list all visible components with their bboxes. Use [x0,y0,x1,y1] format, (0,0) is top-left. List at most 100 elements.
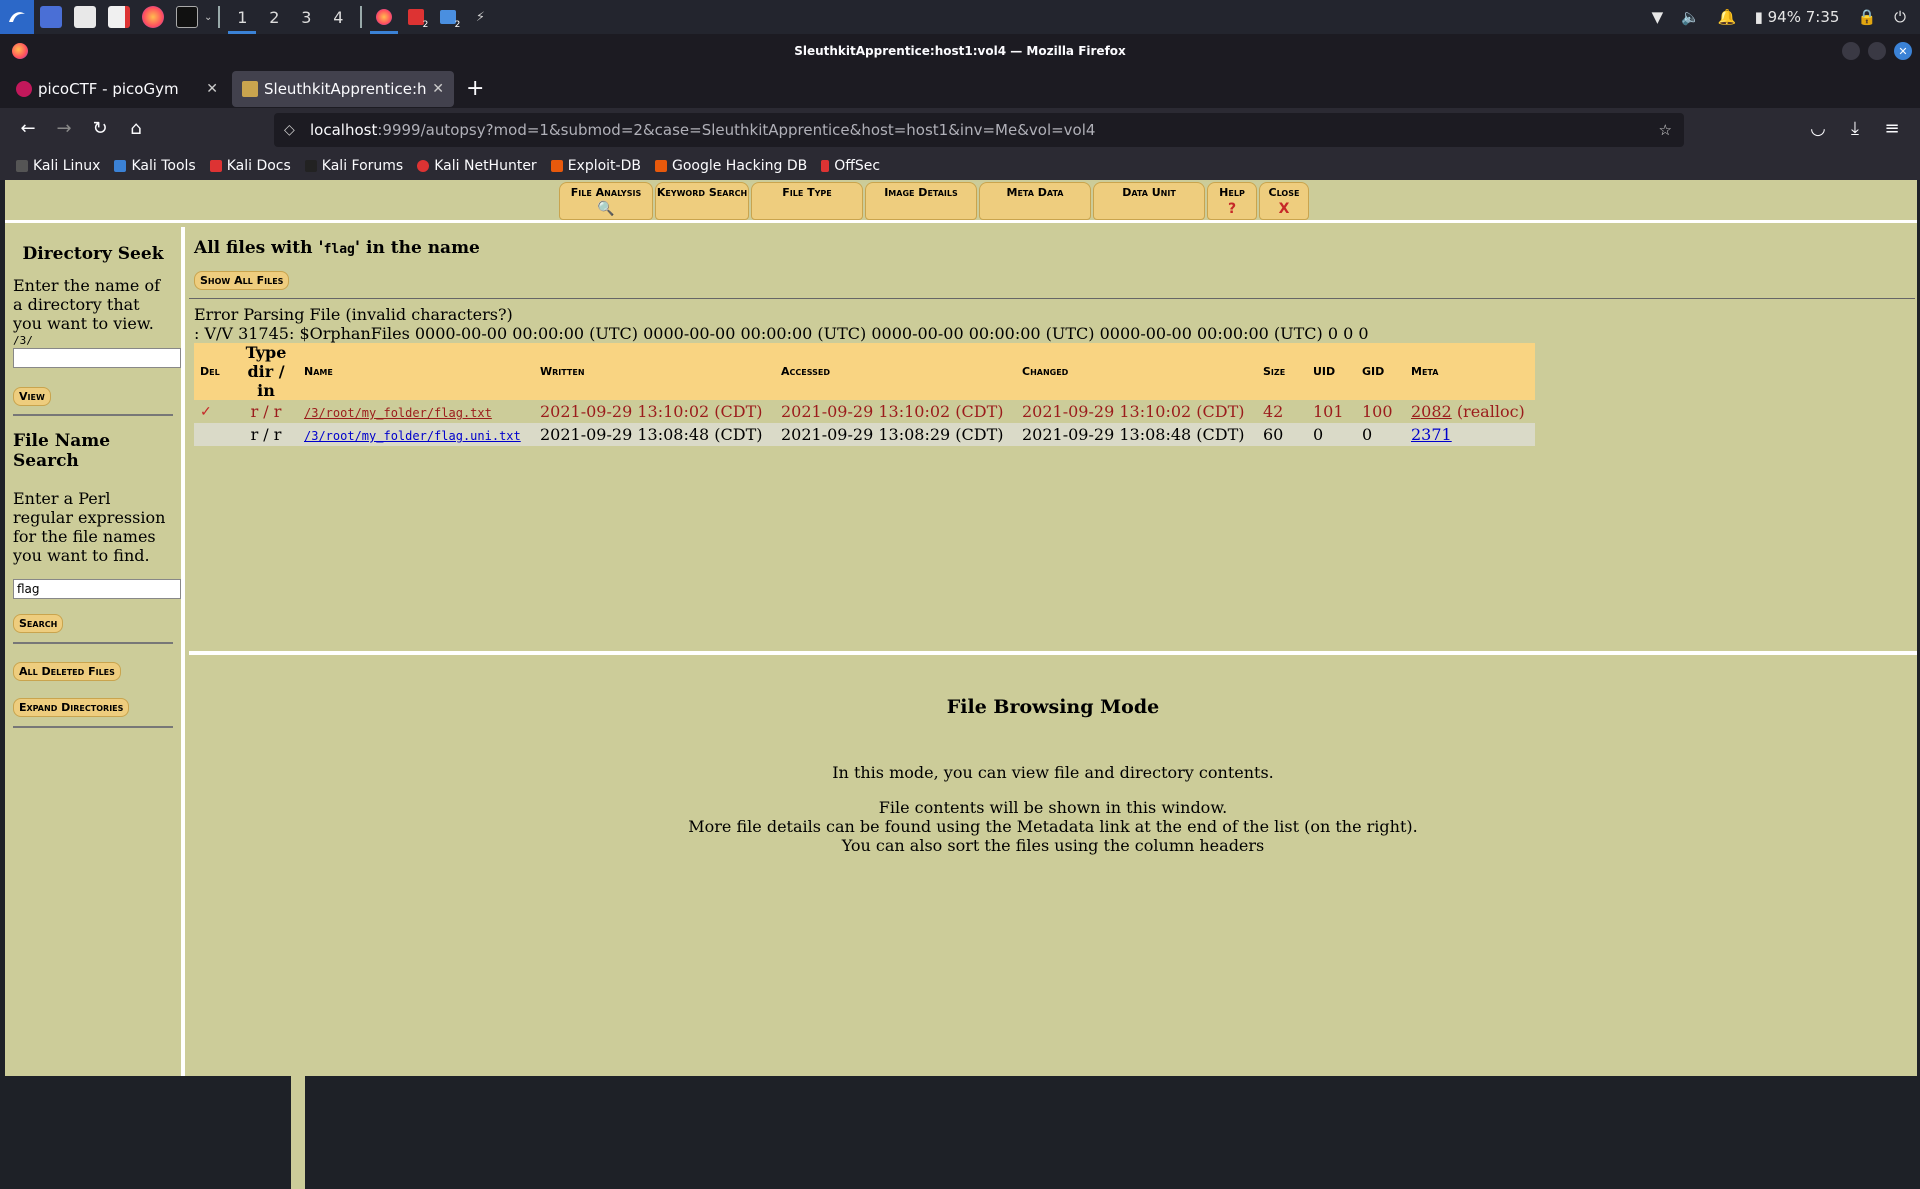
workspace-2[interactable]: 2 [258,0,290,34]
tab-picoctf[interactable]: picoCTF - picoGym ✕ [6,71,228,107]
firefox-task-icon[interactable] [368,0,400,34]
kali-menu-icon[interactable] [0,0,34,34]
separator [218,6,221,28]
tab-data-unit[interactable]: Data Unit [1093,182,1205,220]
col-size[interactable]: Size [1257,343,1307,400]
view-button[interactable]: View [13,387,51,406]
col-meta[interactable]: Meta [1405,343,1535,400]
file-name-link[interactable]: /3/root/my_folder/flag.uni.txt [304,429,521,443]
col-accessed[interactable]: Accessed [775,343,1016,400]
bookmark-star-icon[interactable]: ☆ [1659,121,1672,139]
files-task-icon[interactable]: 2 [432,0,464,34]
magnifier-icon: 🔍 [597,201,615,217]
bookmark-kali-nethunter[interactable]: Kali NetHunter [417,158,537,174]
results-panel: All files with 'flag' in the name Show A… [189,227,1917,446]
forward-icon[interactable]: → [52,118,76,139]
file-manager-icon[interactable] [74,6,96,28]
directory-input[interactable] [13,348,181,368]
bookmark-kali-forums[interactable]: Kali Forums [304,158,403,174]
volume-icon[interactable]: 🔈 [1681,8,1700,26]
close-tab-icon[interactable]: ✕ [206,81,218,97]
pocket-icon[interactable]: ◡ [1806,118,1830,139]
terminal-icon[interactable] [176,6,198,28]
url-text[interactable]: localhost:9999/autopsy?mod=1&submod=2&ca… [310,121,1095,139]
chevron-down-icon[interactable]: ⌄ [204,12,212,23]
tab-help[interactable]: Help ? [1207,182,1257,220]
autopsy-favicon-icon [242,81,258,97]
workspace-1[interactable]: 1 [226,0,258,34]
expand-directories-button[interactable]: Expand Directories [13,698,130,717]
col-type-line2: dir / in [247,362,285,400]
cell-uid: 101 [1313,402,1344,421]
new-tab-icon[interactable]: + [466,76,484,101]
all-deleted-files-button[interactable]: All Deleted Files [13,662,121,681]
bookmark-label: Kali Tools [131,158,196,174]
minimize-icon[interactable] [1842,42,1860,60]
cell-type: r / r [250,402,282,421]
col-changed[interactable]: Changed [1016,343,1257,400]
nethunter-icon [417,160,430,172]
tab-image-details[interactable]: Image Details [865,182,977,220]
col-uid[interactable]: UID [1307,343,1356,400]
cell-uid: 0 [1307,423,1356,446]
home-icon[interactable]: ⌂ [124,118,148,139]
close-window-icon[interactable]: ✕ [1894,42,1912,60]
wifi-icon[interactable]: ▼ [1652,8,1664,26]
meta-link[interactable]: 2082 [1411,402,1452,421]
divider [13,414,173,416]
downloads-icon[interactable]: ⤓ [1843,118,1867,139]
close-tab-icon[interactable]: ✕ [432,81,444,97]
url-bar[interactable]: ◇ ▯ localhost:9999/autopsy?mod=1&submod=… [274,113,1684,1189]
battery-indicator[interactable]: ▮ 94% 7:35 [1755,8,1840,26]
picoctf-favicon-icon [16,81,32,97]
file-name-search-input[interactable] [13,579,181,599]
maximize-icon[interactable] [1868,42,1886,60]
reload-icon[interactable]: ↻ [88,118,112,139]
col-gid[interactable]: GID [1356,343,1405,400]
terminal-task-icon[interactable]: ⚡ [464,0,496,34]
cell-changed: 2021-09-29 13:10:02 (CDT) [1022,402,1245,421]
tab-file-analysis[interactable]: File Analysis 🔍 [559,182,653,220]
browsing-info-line: You can also sort the files using the co… [841,836,1265,855]
bookmark-kali-docs[interactable]: Kali Docs [209,158,291,174]
lock-icon[interactable]: 🔒 [1857,8,1876,26]
col-written[interactable]: Written [534,343,775,400]
text-editor-icon[interactable] [108,6,130,28]
tab-keyword-search[interactable]: Keyword Search [655,182,749,220]
burp-task-icon[interactable]: 2 [400,0,432,34]
cell-meta: 2371 [1405,423,1535,446]
power-icon[interactable]: ⏻ [1894,8,1906,26]
notification-bell-icon[interactable]: 🔔 [1718,8,1737,26]
firefox-launcher-icon[interactable] [142,6,164,28]
show-all-files-button[interactable]: Show All Files [194,271,290,290]
search-button[interactable]: Search [13,614,64,633]
workspace-3[interactable]: 3 [290,0,322,34]
bookmark-offsec[interactable]: OffSec [821,158,880,174]
bookmark-kali-linux[interactable]: Kali Linux [16,158,100,174]
file-browsing-info-pane: File Browsing Mode In this mode, you can… [189,651,1917,1076]
bookmark-label: Kali NetHunter [434,158,537,174]
back-icon[interactable]: ← [16,118,40,139]
tracking-shield-icon[interactable]: ◇ [284,122,298,138]
col-name[interactable]: Name [298,343,534,400]
col-type[interactable]: Type dir / in [234,343,298,400]
navigation-toolbar: ← → ↻ ⌂ ◇ ▯ localhost:9999/autopsy?mod=1… [0,108,1920,1189]
col-del[interactable]: Del [194,343,234,400]
bookmark-kali-tools[interactable]: Kali Tools [114,158,196,174]
directory-seek-title: Directory Seek [22,244,164,264]
meta-link[interactable]: 2371 [1411,425,1452,444]
tab-close[interactable]: Close X [1259,182,1309,220]
workspace-4[interactable]: 4 [322,0,354,34]
tab-meta-data[interactable]: Meta Data [979,182,1091,220]
directory-seek-description: Enter the name of a directory that you w… [13,276,161,333]
desktop-icon[interactable] [40,6,62,28]
task-badge: 2 [454,20,461,30]
bookmark-google-hacking-db[interactable]: Google Hacking DB [654,158,807,174]
tab-label: File Analysis [570,186,642,199]
tab-autopsy[interactable]: SleuthkitApprentice:host1:vol4 ✕ [232,71,454,107]
file-name-link[interactable]: /3/root/my_folder/flag.txt [304,406,492,420]
bookmark-exploit-db[interactable]: Exploit-DB [550,158,641,174]
app-menu-icon[interactable]: ≡ [1880,118,1904,139]
offsec-icon [821,160,830,172]
tab-file-type[interactable]: File Type [751,182,863,220]
